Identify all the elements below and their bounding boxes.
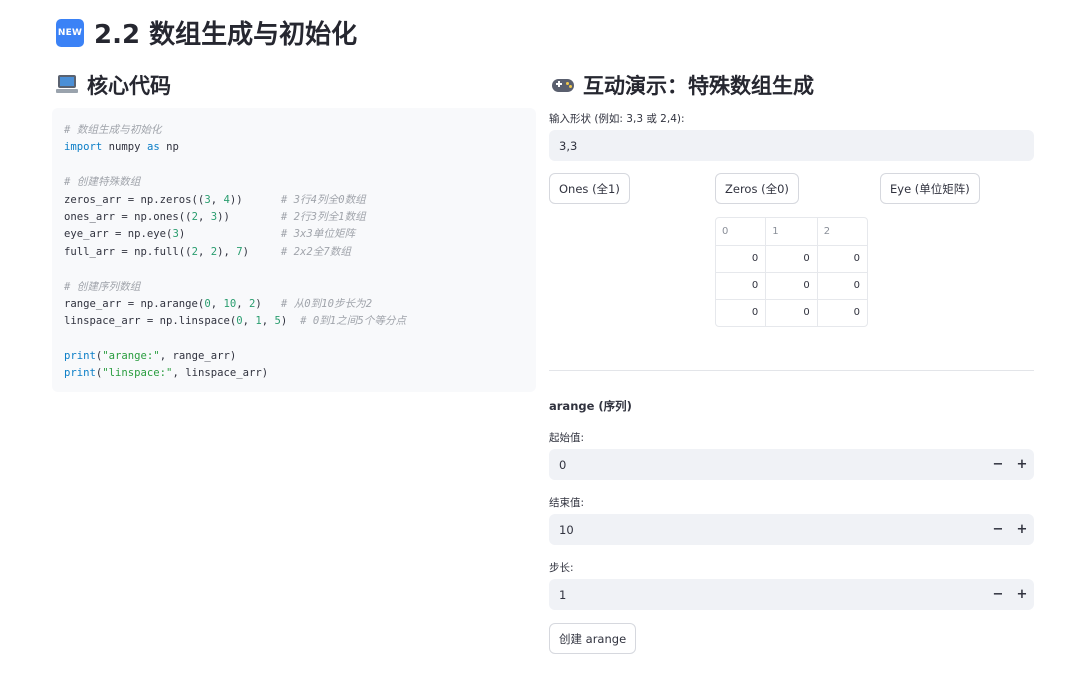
table-row: 0 0 0 bbox=[716, 272, 867, 300]
shape-input[interactable]: 3,3 bbox=[549, 130, 1034, 161]
create-arange-button[interactable]: 创建 arange bbox=[549, 623, 637, 654]
code-line: # 创建特殊数组 bbox=[64, 176, 141, 189]
code-section-title: 核心代码 bbox=[87, 74, 171, 98]
start-label: 起始值: bbox=[549, 432, 585, 444]
table-cell: 0 bbox=[817, 272, 867, 300]
code-section-header: 核心代码 bbox=[56, 70, 171, 100]
start-value: 0 bbox=[559, 457, 567, 472]
table-header-row: 0 1 2 bbox=[716, 218, 867, 246]
eye-button[interactable]: Eye (单位矩阵) bbox=[880, 173, 980, 204]
step-label: 步长: bbox=[549, 562, 574, 574]
laptop-icon bbox=[56, 75, 78, 95]
code-line: eye_arr = np.eye(3) # 3x3单位矩阵 bbox=[64, 228, 356, 241]
plus-icon[interactable]: + bbox=[1010, 522, 1034, 537]
table-cell: 0 bbox=[765, 299, 818, 326]
column-header: 0 bbox=[716, 218, 767, 246]
code-line: # 创建序列数组 bbox=[64, 280, 141, 293]
code-line: print("arange:", range_arr) bbox=[64, 350, 237, 363]
code-line: ones_arr = np.ones((2, 3)) # 2行3列全1数组 bbox=[64, 210, 366, 223]
section-divider bbox=[549, 370, 1034, 371]
start-number-input[interactable]: 0 − + bbox=[549, 449, 1034, 480]
table-cell: 0 bbox=[765, 272, 818, 300]
shape-input-value: 3,3 bbox=[559, 138, 578, 153]
end-value: 10 bbox=[559, 522, 574, 537]
code-line: full_arr = np.full((2, 2), 7) # 2x2全7数组 bbox=[64, 245, 351, 258]
arange-heading: arange (序列) bbox=[549, 399, 632, 413]
table-cell: 0 bbox=[817, 245, 867, 273]
end-number-input[interactable]: 10 − + bbox=[549, 514, 1034, 545]
column-header: 2 bbox=[817, 218, 867, 246]
demo-section-header: 互动演示：特殊数组生成 bbox=[552, 70, 814, 100]
table-cell: 0 bbox=[716, 272, 767, 300]
plus-icon[interactable]: + bbox=[1010, 457, 1034, 472]
column-header: 1 bbox=[765, 218, 818, 246]
table-cell: 0 bbox=[765, 245, 818, 273]
start-stepper: − + bbox=[986, 449, 1034, 480]
step-stepper: − + bbox=[986, 579, 1034, 610]
demo-section-title: 互动演示：特殊数组生成 bbox=[583, 74, 814, 98]
minus-icon[interactable]: − bbox=[986, 522, 1010, 537]
code-line: linspace_arr = np.linspace(0, 1, 5) # 0到… bbox=[64, 315, 407, 328]
code-line: # 数组生成与初始化 bbox=[64, 124, 162, 136]
plus-icon[interactable]: + bbox=[1010, 587, 1034, 602]
code-block[interactable]: # 数组生成与初始化 import numpy as np # 创建特殊数组 zer… bbox=[52, 108, 536, 392]
zeros-button[interactable]: Zeros (全0) bbox=[715, 173, 799, 204]
step-number-input[interactable]: 1 − + bbox=[549, 579, 1034, 610]
result-table[interactable]: 0 1 2 0 0 0 0 0 0 0 0 0 bbox=[715, 217, 868, 327]
shape-input-label: 输入形状 (例如: 3,3 或 2,4): bbox=[549, 113, 685, 125]
gamepad-icon bbox=[552, 77, 574, 93]
page-title-text: 2.2 数组生成与初始化 bbox=[94, 20, 358, 50]
page-title: NEW 2.2 数组生成与初始化 bbox=[56, 14, 357, 51]
end-stepper: − + bbox=[986, 514, 1034, 545]
minus-icon[interactable]: − bbox=[986, 457, 1010, 472]
new-icon: NEW bbox=[56, 18, 84, 47]
ones-button[interactable]: Ones (全1) bbox=[549, 173, 630, 204]
step-value: 1 bbox=[559, 587, 567, 602]
table-cell: 0 bbox=[716, 299, 767, 326]
code-line: import numpy as np bbox=[64, 141, 179, 154]
table-cell: 0 bbox=[716, 245, 767, 273]
code-line: range_arr = np.arange(0, 10, 2) # 从0到10步… bbox=[64, 297, 373, 310]
code-line: print("linspace:", linspace_arr) bbox=[64, 367, 269, 380]
minus-icon[interactable]: − bbox=[986, 587, 1010, 602]
table-row: 0 0 0 bbox=[716, 299, 867, 326]
code-line: zeros_arr = np.zeros((3, 4)) # 3行4列全0数组 bbox=[64, 193, 366, 206]
table-cell: 0 bbox=[853, 307, 860, 319]
end-label: 结束值: bbox=[549, 497, 585, 509]
table-row: 0 0 0 bbox=[716, 245, 867, 273]
